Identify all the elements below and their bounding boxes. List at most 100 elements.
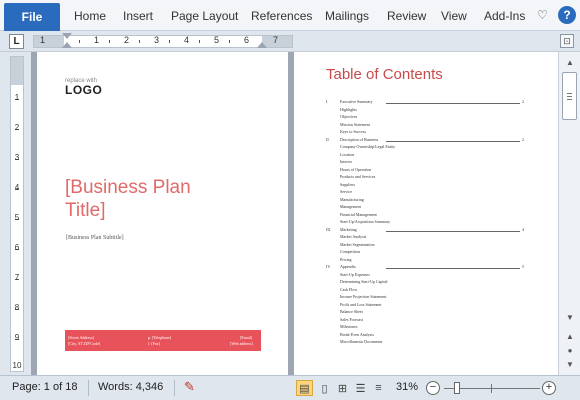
toc-item[interactable]: Competition	[340, 249, 360, 254]
toc-item[interactable]: Objectives	[340, 114, 357, 119]
first-line-indent-marker[interactable]	[62, 33, 72, 39]
web-layout-icon[interactable]: ⊞	[334, 380, 351, 396]
ruler-number: 2	[14, 123, 20, 132]
hanging-indent-marker[interactable]	[62, 42, 72, 48]
toc-item[interactable]: Keys to Success	[340, 129, 366, 134]
select-browse-object-icon[interactable]: ●	[563, 343, 577, 357]
ruler-number: 6	[244, 35, 250, 45]
help-icon[interactable]: ?	[558, 6, 576, 24]
ruler-number: 3	[14, 153, 20, 162]
toc-leader	[386, 140, 520, 142]
toc-item[interactable]: Determining Start-Up Capital	[340, 279, 388, 284]
next-page-icon[interactable]: ▼	[563, 357, 577, 371]
toc-item[interactable]: Market Analysis	[340, 234, 366, 239]
toc-item[interactable]: Mission Statement	[340, 122, 370, 127]
toc-item[interactable]: Manufacturing	[340, 197, 364, 202]
toc-item[interactable]: Start-Up/Acquisition Summary	[340, 219, 390, 224]
toc-item[interactable]: Highlights	[340, 107, 357, 112]
toc-item[interactable]: Pricing	[340, 257, 352, 262]
zoom-in-icon[interactable]: +	[542, 381, 556, 395]
toc-item[interactable]: Sales Forecast	[340, 317, 363, 322]
tab-mailings[interactable]: Mailings	[325, 9, 369, 23]
tab-view[interactable]: View	[441, 9, 467, 23]
ruler-number: 1	[14, 93, 20, 102]
ruler-number: 6	[14, 243, 20, 252]
toc-section-title[interactable]: Executive Summary	[340, 99, 373, 104]
ruler-number: 3	[154, 35, 160, 45]
tab-home[interactable]: Home	[74, 9, 106, 23]
ruler-number: 5	[14, 213, 20, 222]
file-tab[interactable]: File	[4, 3, 60, 31]
tab-review[interactable]: Review	[387, 9, 426, 23]
toc-section-title[interactable]: Description of Business	[340, 137, 378, 142]
zoom-level[interactable]: 31%	[396, 381, 418, 393]
draft-icon[interactable]: ≡	[370, 380, 387, 396]
proofing-icon[interactable]: ✎	[184, 379, 195, 395]
horizontal-ruler[interactable]: 1 1 2 3 4 5 6 7	[33, 33, 293, 48]
ruler-number: 2	[124, 35, 130, 45]
toc-leader	[386, 268, 520, 269]
document-workspace[interactable]: replace with LOGO [Business Plan Title] …	[31, 52, 558, 375]
toc-title: Table of Contents	[326, 66, 443, 83]
toc-item[interactable]: Location	[340, 152, 354, 157]
toc-leader	[386, 103, 520, 104]
toc-item[interactable]: Balance Sheet	[340, 309, 363, 314]
toc-item[interactable]: Miscellaneous Documents	[340, 339, 382, 344]
previous-page-icon[interactable]: ▲	[563, 329, 577, 343]
business-plan-subtitle: [Business Plan Subtitle]	[66, 235, 124, 241]
outline-icon[interactable]: ☰	[352, 380, 369, 396]
toc-item[interactable]: Hours of Operation	[340, 167, 371, 172]
toc-item[interactable]: Start-Up Expenses	[340, 272, 370, 277]
toc-item[interactable]: Market Segmentation	[340, 242, 375, 247]
ruler-number: 10	[12, 361, 22, 370]
right-indent-marker[interactable]	[257, 42, 267, 48]
scrollbar-thumb[interactable]	[562, 72, 577, 120]
toc-item[interactable]: Financial Management	[340, 212, 377, 217]
toc-page-number: 2	[522, 136, 524, 142]
vertical-scrollbar[interactable]: ▲ ▼ ▲ ● ▼	[558, 52, 580, 375]
toc-page-number: 5	[522, 264, 524, 269]
business-plan-title: [Business Plan Title]	[65, 177, 191, 221]
tab-selector-button[interactable]: L	[9, 34, 24, 49]
page-count[interactable]: Page: 1 of 18	[12, 381, 77, 393]
toc-item[interactable]: Company Ownership/Legal Entity	[340, 144, 395, 149]
full-screen-reading-icon[interactable]: ▯	[316, 380, 333, 396]
toc-leader	[386, 230, 520, 232]
toc-item[interactable]: Profit and Loss Statement	[340, 302, 381, 307]
toc-item[interactable]: Cash Flow	[340, 287, 357, 292]
minimize-ribbon-icon[interactable]: ♡	[537, 8, 548, 22]
toc-item[interactable]: Milestones	[340, 324, 358, 329]
logo-placeholder: LOGO	[65, 83, 103, 97]
ruler-number: 1	[94, 35, 100, 45]
toc-item[interactable]: Interior	[340, 159, 352, 164]
document-page-cover[interactable]: replace with LOGO [Business Plan Title] …	[37, 52, 288, 375]
zoom-out-icon[interactable]: −	[426, 381, 440, 395]
word-count[interactable]: Words: 4,346	[98, 381, 163, 393]
toc-item[interactable]: Income Projection Statement	[340, 294, 386, 299]
vertical-ruler[interactable]: 1 2 3 4 5 6 7 8 9 10	[10, 56, 24, 372]
toc-item[interactable]: Management	[340, 204, 361, 209]
toc-item[interactable]: Break-Even Analysis	[340, 332, 374, 337]
view-ruler-icon[interactable]: ⊡	[560, 34, 574, 48]
tab-add-ins[interactable]: Add-Ins	[484, 9, 525, 23]
horizontal-ruler-bar: L 1 1 2 3 4 5 6 7 ⊡	[0, 31, 580, 52]
toc-page-number: 2	[522, 99, 524, 104]
toc-section-title[interactable]: Appendix	[340, 264, 356, 269]
ruler-number: 5	[214, 35, 220, 45]
toc-item[interactable]: Service	[340, 189, 352, 194]
status-bar: Page: 1 of 18 Words: 4,346 ✎ ▤ ▯ ⊞ ☰ ≡ 3…	[0, 375, 580, 400]
toc-item[interactable]: Products and Services	[340, 174, 375, 179]
ruler-left-margin	[34, 36, 64, 47]
tab-page-layout[interactable]: Page Layout	[171, 9, 238, 23]
document-page-toc[interactable]: Table of Contents I. Executive Summary 2 Hi…	[294, 52, 558, 375]
print-layout-icon[interactable]: ▤	[296, 380, 313, 396]
toc-page-number: 4	[522, 226, 524, 232]
toc-section-title[interactable]: Marketing	[340, 227, 357, 232]
tab-insert[interactable]: Insert	[123, 9, 153, 23]
tab-references[interactable]: References	[251, 9, 312, 23]
ruler-number: 7	[273, 35, 279, 45]
scroll-down-icon[interactable]: ▼	[563, 310, 577, 324]
scroll-up-icon[interactable]: ▲	[563, 55, 577, 69]
toc-item[interactable]: Suppliers	[340, 182, 355, 187]
zoom-slider-thumb[interactable]	[454, 382, 460, 394]
